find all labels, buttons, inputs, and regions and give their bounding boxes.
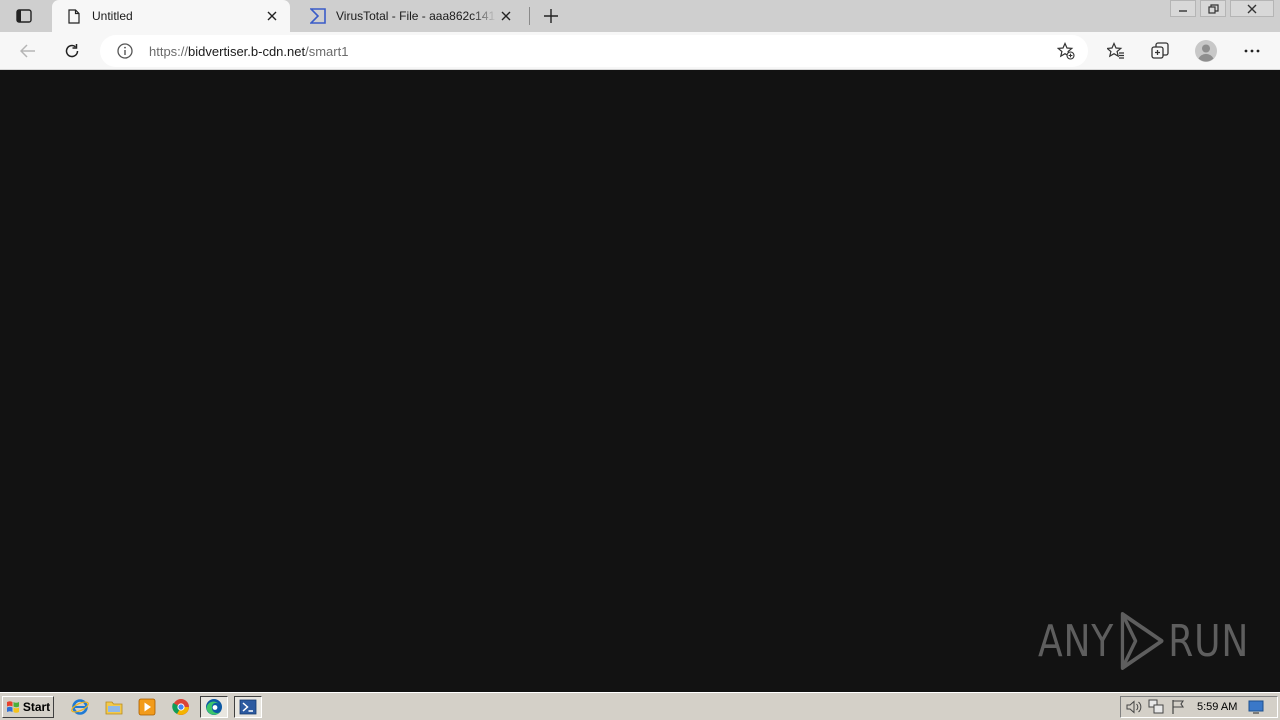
refresh-icon bbox=[65, 44, 79, 58]
tab-strip: Untitled VirusTotal - File - aaa862c1415… bbox=[0, 0, 1280, 32]
taskbar-media-player[interactable] bbox=[133, 696, 161, 718]
media-player-icon bbox=[138, 698, 156, 716]
internet-explorer-icon bbox=[71, 699, 89, 715]
folder-icon bbox=[105, 701, 123, 715]
collections-button[interactable] bbox=[1146, 37, 1174, 65]
restore-button[interactable] bbox=[1200, 0, 1226, 17]
minimize-icon bbox=[1179, 9, 1187, 12]
network-icon[interactable] bbox=[1147, 698, 1165, 716]
windows-flag-icon bbox=[6, 701, 19, 713]
refresh-button[interactable] bbox=[58, 37, 86, 65]
taskbar-ie[interactable] bbox=[66, 696, 94, 718]
chrome-icon bbox=[172, 699, 189, 715]
tab-close-button[interactable] bbox=[262, 6, 282, 26]
url-path: /smart1 bbox=[305, 43, 349, 59]
close-icon bbox=[267, 11, 277, 21]
anyrun-watermark: ANY RUN bbox=[1038, 609, 1249, 673]
favorites-button[interactable] bbox=[1102, 37, 1130, 65]
url-scheme: https:// bbox=[149, 43, 189, 59]
info-icon[interactable] bbox=[116, 42, 134, 60]
more-icon bbox=[1244, 49, 1260, 53]
tab-close-button[interactable] bbox=[496, 6, 516, 26]
url-host: bidvertiser.b-cdn.net bbox=[188, 43, 306, 59]
virustotal-icon bbox=[310, 8, 326, 24]
desktop-icon bbox=[1248, 700, 1264, 714]
collections-icon bbox=[1151, 42, 1169, 59]
start-button[interactable]: Start bbox=[2, 696, 54, 718]
volume-icon[interactable] bbox=[1125, 698, 1143, 716]
add-favorite-button[interactable] bbox=[1056, 41, 1076, 61]
page-content[interactable]: ANY RUN bbox=[0, 71, 1280, 692]
settings-menu-button[interactable] bbox=[1238, 37, 1266, 65]
window-close-button[interactable] bbox=[1230, 0, 1274, 17]
tab-actions-icon bbox=[16, 9, 32, 23]
taskbar-explorer[interactable] bbox=[100, 696, 128, 718]
tab-untitled[interactable]: Untitled bbox=[52, 0, 290, 32]
tab-actions-button[interactable] bbox=[12, 6, 36, 26]
window-controls bbox=[1166, 0, 1280, 18]
taskbar-powershell[interactable] bbox=[234, 696, 262, 718]
action-center-flag-icon[interactable] bbox=[1169, 698, 1187, 716]
tab-title: VirusTotal - File - aaa862c14154 bbox=[336, 9, 496, 23]
close-icon bbox=[501, 11, 511, 21]
address-bar[interactable]: https://bidvertiser.b-cdn.net/smart1 bbox=[100, 35, 1088, 67]
play-icon bbox=[1120, 612, 1164, 670]
star-add-icon bbox=[1057, 42, 1075, 60]
profile-button[interactable] bbox=[1192, 37, 1220, 65]
new-tab-button[interactable] bbox=[540, 5, 562, 27]
watermark-text-left: ANY bbox=[1038, 615, 1115, 667]
restore-icon bbox=[1207, 3, 1219, 14]
page-icon bbox=[66, 8, 82, 24]
show-desktop-button[interactable] bbox=[1247, 699, 1265, 715]
browser-toolbar: https://bidvertiser.b-cdn.net/smart1 bbox=[0, 32, 1280, 70]
watermark-text-right: RUN bbox=[1168, 615, 1250, 667]
back-button[interactable] bbox=[14, 37, 42, 65]
back-arrow-icon bbox=[20, 44, 35, 58]
plus-icon bbox=[544, 9, 558, 23]
tab-title: Untitled bbox=[92, 9, 133, 23]
edge-icon bbox=[206, 699, 222, 715]
minimize-button[interactable] bbox=[1170, 0, 1196, 17]
taskbar-chrome[interactable] bbox=[167, 696, 195, 718]
url-text[interactable]: https://bidvertiser.b-cdn.net/smart1 bbox=[149, 44, 348, 59]
tab-virustotal[interactable]: VirusTotal - File - aaa862c14154 bbox=[296, 0, 524, 32]
avatar-icon bbox=[1195, 40, 1217, 62]
favorites-icon bbox=[1107, 42, 1124, 59]
clock[interactable]: 5:59 AM bbox=[1197, 701, 1245, 713]
tab-separator bbox=[529, 7, 530, 25]
start-label: Start bbox=[22, 700, 51, 714]
close-icon bbox=[1247, 4, 1257, 13]
taskbar-edge[interactable] bbox=[200, 696, 228, 718]
powershell-icon bbox=[239, 699, 257, 715]
taskbar: Start 5:59 AM bbox=[0, 692, 1280, 720]
system-tray: 5:59 AM bbox=[1120, 696, 1278, 718]
